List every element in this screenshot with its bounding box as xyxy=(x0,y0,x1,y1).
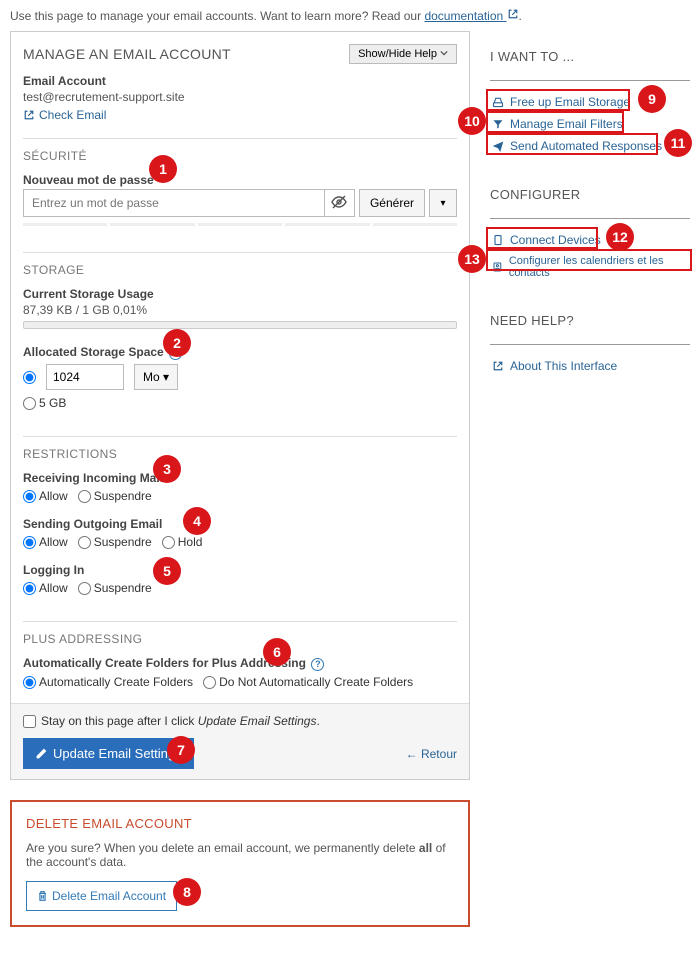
incoming-suspend-option[interactable]: Suspendre xyxy=(78,489,152,503)
manage-email-filters-link[interactable]: 10 Manage Email Filters xyxy=(490,113,690,135)
current-storage-label: Current Storage Usage xyxy=(23,287,457,301)
help-icon[interactable]: ? xyxy=(169,347,182,360)
callout-12: 12 xyxy=(606,223,634,251)
plus-addressing-title: PLUS ADDRESSING xyxy=(23,632,457,646)
plus-auto-option[interactable]: Automatically Create Folders xyxy=(23,675,193,689)
update-email-settings-button[interactable]: Update Email Settings 7 xyxy=(23,738,194,769)
outgoing-suspend-option[interactable]: Suspendre xyxy=(78,535,152,549)
generate-password-dropdown-button[interactable]: ▾ xyxy=(429,189,457,217)
configure-calendars-contacts-link[interactable]: 13 Configurer les calendriers et les con… xyxy=(490,251,690,283)
show-hide-help-button[interactable]: Show/Hide Help xyxy=(349,44,457,64)
password-input[interactable] xyxy=(24,190,324,216)
chevron-down-icon xyxy=(440,49,448,57)
stay-on-page-checkbox[interactable] xyxy=(23,715,36,728)
new-password-label: Nouveau mot de passe xyxy=(23,173,457,187)
storage-progress-bar xyxy=(23,321,457,329)
storage-section-title: STORAGE xyxy=(23,263,457,277)
intro-text: Use this page to manage your email accou… xyxy=(0,0,700,31)
free-up-storage-link[interactable]: Free up Email Storage 9 xyxy=(490,91,690,113)
back-link[interactable]: ← Retour xyxy=(406,747,457,761)
filter-icon xyxy=(492,118,504,130)
incoming-mail-label: Receiving Incoming Mail xyxy=(23,471,457,485)
hdd-icon xyxy=(492,96,504,108)
panel-title: MANAGE AN EMAIL ACCOUNT xyxy=(23,46,231,62)
configurer-title: CONFIGURER xyxy=(490,187,690,208)
current-storage-value: 87,39 KB / 1 GB 0,01% xyxy=(23,303,457,317)
about-interface-link[interactable]: About This Interface xyxy=(490,355,690,377)
outgoing-hold-option[interactable]: Hold xyxy=(162,535,203,549)
external-link-icon xyxy=(23,109,35,121)
delete-section-title: DELETE EMAIL ACCOUNT xyxy=(26,816,454,831)
generate-password-button[interactable]: Générer xyxy=(359,189,425,217)
restrictions-section-title: RESTRICTIONS xyxy=(23,447,457,461)
send-icon xyxy=(492,140,504,152)
allocated-storage-input[interactable] xyxy=(46,364,124,390)
callout-9: 9 xyxy=(638,85,666,113)
plus-no-auto-option[interactable]: Do Not Automatically Create Folders xyxy=(203,675,413,689)
allocated-custom-option[interactable] xyxy=(23,371,36,384)
stay-on-page-label: Stay on this page after I click Update E… xyxy=(41,714,320,728)
external-link-icon xyxy=(492,360,504,372)
login-allow-option[interactable]: Allow xyxy=(23,581,68,595)
allocated-fixed-option[interactable]: 5 GB xyxy=(23,396,66,410)
i-want-to-title: I WANT TO ... xyxy=(490,49,690,70)
toggle-password-visibility-button[interactable] xyxy=(324,190,354,216)
allocated-storage-label: Allocated Storage Space ? xyxy=(23,345,457,360)
check-email-link[interactable]: Check Email xyxy=(23,108,106,122)
help-icon[interactable]: ? xyxy=(311,658,324,671)
documentation-link[interactable]: documentation xyxy=(424,9,518,23)
connect-devices-link[interactable]: Connect Devices 12 xyxy=(490,229,690,251)
external-link-icon xyxy=(507,8,519,20)
delete-warning-text: Are you sure? When you delete an email a… xyxy=(26,841,454,869)
contacts-icon xyxy=(492,261,503,273)
outgoing-mail-label: Sending Outgoing Email xyxy=(23,517,457,531)
security-section-title: SÉCURITÉ xyxy=(23,149,457,163)
password-strength-meter xyxy=(23,223,457,226)
storage-unit-dropdown[interactable]: Mo ▾ xyxy=(134,364,178,390)
login-suspend-option[interactable]: Suspendre xyxy=(78,581,152,595)
need-help-title: NEED HELP? xyxy=(490,313,690,334)
logging-in-label: Logging In xyxy=(23,563,457,577)
callout-8: 8 xyxy=(173,878,201,906)
delete-email-account-button[interactable]: Delete Email Account 8 xyxy=(26,881,177,911)
trash-icon xyxy=(37,890,48,902)
automated-responses-link[interactable]: Send Automated Responses 11 xyxy=(490,135,690,157)
outgoing-allow-option[interactable]: Allow xyxy=(23,535,68,549)
email-account-label: Email Account xyxy=(23,74,457,88)
pencil-icon xyxy=(35,747,48,760)
eye-off-icon xyxy=(331,195,347,209)
email-account-value: test@recrutement-support.site xyxy=(23,90,457,104)
plus-addressing-label: Automatically Create Folders for Plus Ad… xyxy=(23,656,457,671)
incoming-allow-option[interactable]: Allow xyxy=(23,489,68,503)
device-icon xyxy=(492,234,504,246)
